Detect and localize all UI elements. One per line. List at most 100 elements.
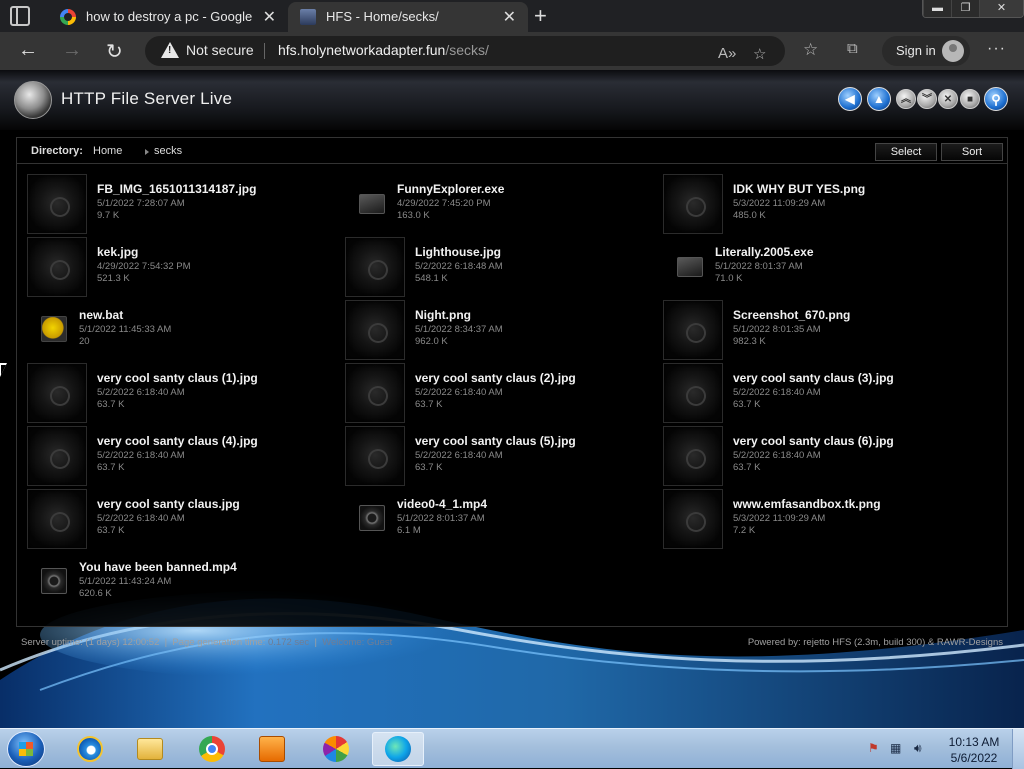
collections-icon[interactable]: ⧉ [847, 40, 858, 57]
taskbar-edge[interactable] [372, 732, 424, 766]
forward-icon[interactable]: → [62, 39, 82, 62]
taskbar-chrome[interactable] [186, 732, 238, 766]
favorites-icon[interactable]: ☆ [803, 40, 818, 60]
security-status[interactable]: Not secure [186, 42, 254, 58]
file-item[interactable]: Night.png 5/1/2022 8:34:37 AM 962.0 K [345, 300, 645, 360]
select-button[interactable]: Select [875, 143, 937, 161]
search-icon[interactable]: ⚲ [984, 87, 1008, 111]
close-icon[interactable]: ✕ [263, 7, 276, 27]
file-name[interactable]: IDK WHY BUT YES.png [733, 182, 865, 196]
image-thumb-icon[interactable] [663, 489, 723, 549]
warning-icon[interactable] [161, 42, 179, 58]
collapse-icon[interactable]: ︽ [896, 89, 916, 109]
file-name[interactable]: very cool santy claus (3).jpg [733, 371, 894, 385]
video-icon[interactable] [41, 568, 67, 594]
file-item[interactable]: Lighthouse.jpg 5/2/2022 6:18:48 AM 548.1 K [345, 237, 645, 297]
image-thumb-icon[interactable] [345, 237, 405, 297]
breadcrumb-current[interactable]: secks [154, 145, 182, 157]
image-thumb-icon[interactable] [663, 426, 723, 486]
file-name[interactable]: very cool santy claus.jpg [97, 497, 240, 511]
arrow-left-icon[interactable]: ◀ [838, 87, 862, 111]
plus-icon[interactable]: + [534, 3, 547, 29]
volume-icon[interactable]: 🔊︎ [914, 741, 922, 756]
exe-icon[interactable] [359, 194, 385, 214]
file-name[interactable]: Literally.2005.exe [715, 245, 814, 259]
file-item[interactable]: very cool santy claus (3).jpg 5/2/2022 6:… [663, 363, 963, 423]
more-icon[interactable]: ··· [987, 40, 1006, 58]
close-icon[interactable]: ✕ [503, 7, 516, 27]
file-name[interactable]: very cool santy claus (6).jpg [733, 434, 894, 448]
window-close-button[interactable]: ✕ [979, 0, 1023, 17]
image-thumb-icon[interactable] [663, 174, 723, 234]
back-icon[interactable]: ← [18, 39, 38, 62]
home-icon[interactable]: ▲ [867, 87, 891, 111]
file-item[interactable]: IDK WHY BUT YES.png 5/3/2022 11:09:29 AM 4… [663, 174, 963, 234]
image-thumb-icon[interactable] [27, 426, 87, 486]
url-text[interactable]: hfs.holynetworkadapter.fun/secks/ [278, 42, 489, 58]
file-item[interactable]: very cool santy claus (2).jpg 5/2/2022 6:… [345, 363, 645, 423]
file-item[interactable]: FunnyExplorer.exe 4/29/2022 7:45:20 PM 163… [345, 174, 645, 234]
image-thumb-icon[interactable] [27, 363, 87, 423]
tab-google-search[interactable]: how to destroy a pc - Google Se ✕ [48, 2, 288, 32]
file-name[interactable]: FB_IMG_1651011314187.jpg [97, 182, 256, 196]
url-bar[interactable]: Not secure hfs.holynetworkadapter.fun/se… [145, 36, 785, 66]
sort-button[interactable]: Sort [941, 143, 1003, 161]
file-name[interactable]: video0-4_1.mp4 [397, 497, 487, 511]
tab-hfs[interactable]: HFS - Home/secks/ ✕ [288, 2, 528, 32]
image-thumb-icon[interactable] [345, 426, 405, 486]
file-name[interactable]: very cool santy claus (5).jpg [415, 434, 576, 448]
start-icon[interactable] [7, 731, 45, 767]
tab-actions-icon[interactable] [10, 6, 30, 26]
file-name[interactable]: new.bat [79, 308, 123, 322]
exe-icon[interactable] [677, 257, 703, 277]
file-item[interactable]: new.bat 5/1/2022 11:45:33 AM 20 [27, 300, 327, 360]
refresh-icon[interactable]: ↻ [106, 39, 123, 64]
file-name[interactable]: very cool santy claus (1).jpg [97, 371, 258, 385]
file-name[interactable]: Night.png [415, 308, 471, 322]
read-aloud-icon[interactable]: A» [718, 45, 736, 62]
file-item[interactable]: www.emfasandbox.tk.png 5/3/2022 11:09:29 … [663, 489, 963, 549]
file-item[interactable]: very cool santy claus.jpg 5/2/2022 6:18:4… [27, 489, 327, 549]
file-item[interactable]: You have been banned.mp4 5/1/2022 11:43:2… [27, 552, 327, 612]
file-item[interactable]: Literally.2005.exe 5/1/2022 8:01:37 AM 71.… [663, 237, 963, 297]
bat-icon[interactable] [41, 316, 67, 342]
image-thumb-icon[interactable] [345, 363, 405, 423]
file-name[interactable]: Screenshot_670.png [733, 308, 850, 322]
file-name[interactable]: www.emfasandbox.tk.png [733, 497, 881, 511]
restore-button[interactable]: ❐ [951, 0, 979, 17]
file-name[interactable]: You have been banned.mp4 [79, 560, 237, 574]
image-thumb-icon[interactable] [27, 489, 87, 549]
add-favorite-icon[interactable]: ☆ [753, 45, 766, 63]
minimize-button[interactable]: ▬ [923, 0, 951, 17]
flag-icon[interactable]: ⚑ [868, 741, 879, 755]
file-item[interactable]: FB_IMG_1651011314187.jpg 5/1/2022 7:28:07… [27, 174, 327, 234]
taskbar-media[interactable] [246, 732, 298, 766]
file-item[interactable]: very cool santy claus (1).jpg 5/2/2022 6:… [27, 363, 327, 423]
taskbar-explorer[interactable] [124, 732, 176, 766]
file-item[interactable]: very cool santy claus (6).jpg 5/2/2022 6:… [663, 426, 963, 486]
file-item[interactable]: kek.jpg 4/29/2022 7:54:32 PM 521.3 K [27, 237, 327, 297]
network-icon[interactable]: ▦ [890, 741, 901, 755]
expand-icon[interactable]: ︾ [917, 89, 937, 109]
file-item[interactable]: very cool santy claus (4).jpg 5/2/2022 6:… [27, 426, 327, 486]
image-thumb-icon[interactable] [663, 300, 723, 360]
image-thumb-icon[interactable] [27, 174, 87, 234]
image-thumb-icon[interactable] [27, 237, 87, 297]
video-icon[interactable] [359, 505, 385, 531]
file-name[interactable]: Lighthouse.jpg [415, 245, 501, 259]
breadcrumb-home[interactable]: Home [93, 145, 122, 157]
show-desktop-button[interactable] [1012, 729, 1024, 769]
file-name[interactable]: very cool santy claus (4).jpg [97, 434, 258, 448]
image-thumb-icon[interactable] [345, 300, 405, 360]
taskbar-ie[interactable] [64, 732, 116, 766]
file-name[interactable]: very cool santy claus (2).jpg [415, 371, 576, 385]
file-item[interactable]: very cool santy claus (5).jpg 5/2/2022 6:… [345, 426, 645, 486]
file-item[interactable]: Screenshot_670.png 5/1/2022 8:01:35 AM 982… [663, 300, 963, 360]
file-item[interactable]: video0-4_1.mp4 5/1/2022 8:01:37 AM 6.1 M [345, 489, 645, 549]
clock[interactable]: 10:13 AM 5/6/2022 [944, 734, 1004, 766]
file-name[interactable]: kek.jpg [97, 245, 138, 259]
lock-icon[interactable]: ■ [960, 89, 980, 109]
sign-in-button[interactable]: Sign in [882, 36, 970, 66]
taskbar-pinwheel[interactable] [310, 732, 362, 766]
file-name[interactable]: FunnyExplorer.exe [397, 182, 504, 196]
